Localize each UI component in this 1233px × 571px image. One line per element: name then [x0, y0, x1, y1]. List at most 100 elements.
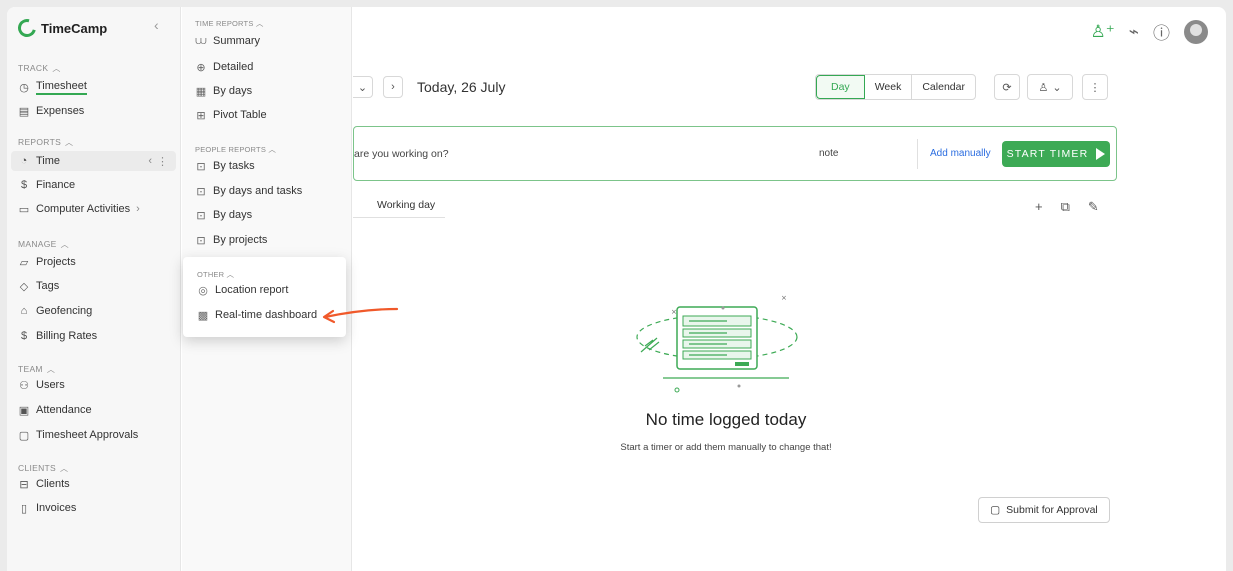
- section-reports-label: REPORTS: [18, 137, 62, 147]
- submenu-item-summary[interactable]: ⩊ Summary: [195, 31, 260, 51]
- chevron-right-icon[interactable]: ›: [383, 76, 403, 98]
- sidebar-item-timesheet-approvals[interactable]: ▢ Timesheet Approvals: [18, 425, 139, 445]
- add-user-icon[interactable]: ♙⁺: [1091, 22, 1115, 42]
- submit-for-approval-button[interactable]: ▢ Submit for Approval: [978, 497, 1110, 523]
- svg-text:×: ×: [671, 308, 677, 316]
- attendance-icon: ▣: [18, 404, 30, 417]
- empty-state-subtitle: Start a timer or add them manually to ch…: [620, 442, 832, 453]
- sidebar-item-billing-rates[interactable]: $ Billing Rates: [18, 326, 97, 346]
- other-label: OTHER: [197, 270, 225, 279]
- sidebar-item-computer-activities[interactable]: ▭ Computer Activities ›: [18, 199, 140, 219]
- more-options-button[interactable]: ⋮: [1082, 74, 1108, 100]
- submenu-item-by-days-and-tasks[interactable]: ⊡ By days and tasks: [195, 181, 302, 201]
- empty-state-title: No time logged today: [645, 410, 807, 429]
- sidebar-item-label: Projects: [36, 256, 76, 268]
- help-icon[interactable]: ⓘ: [1153, 19, 1170, 44]
- sidebar-item-expenses[interactable]: ▤ Expenses: [18, 101, 85, 121]
- add-icon[interactable]: +: [1035, 199, 1043, 215]
- more-vertical-icon[interactable]: ⋮: [157, 155, 168, 168]
- dashboard-icon: ▩: [197, 309, 209, 322]
- note-field[interactable]: note: [819, 148, 838, 159]
- sidebar-item-geofencing[interactable]: ⌂ Geofencing: [18, 301, 93, 321]
- play-icon: [1096, 148, 1106, 160]
- timecamp-logo-icon: [14, 15, 40, 41]
- user-filter-button[interactable]: ♙ ⌄: [1027, 74, 1073, 100]
- submenu-item-label: By projects: [213, 234, 268, 246]
- start-timer-button[interactable]: START TIMER: [1002, 141, 1110, 167]
- sidebar-item-label: Billing Rates: [36, 330, 98, 342]
- avatar[interactable]: [1184, 19, 1208, 44]
- submenu-item-label: Summary: [213, 35, 261, 47]
- submenu-item-label: By days: [213, 209, 253, 221]
- submenu-item-by-projects[interactable]: ⊡ By projects: [195, 230, 267, 250]
- submenu-item-label: By days: [213, 85, 253, 97]
- sidebar-item-clients[interactable]: ⊟ Clients: [18, 474, 69, 494]
- collapse-sidebar-icon[interactable]: ‹: [154, 17, 159, 33]
- tab-week[interactable]: Week: [865, 75, 913, 99]
- receipt-icon: ▤: [18, 105, 30, 118]
- annotation-arrow: [322, 307, 399, 324]
- copy-icon[interactable]: ⧉: [1061, 199, 1070, 215]
- start-timer-label: START TIMER: [1006, 148, 1089, 160]
- edit-icon[interactable]: ✎: [1088, 199, 1099, 215]
- sidebar-item-label: Geofencing: [36, 305, 93, 317]
- section-manage[interactable]: MANAGE ︿: [18, 239, 69, 250]
- submenu-item-real-time-dashboard[interactable]: ▩ Real-time dashboard: [197, 305, 317, 325]
- sidebar-item-finance[interactable]: $ Finance ›: [18, 175, 75, 195]
- sidebar-item-invoices[interactable]: ▯ Invoices: [18, 498, 76, 518]
- sidebar: TimeCamp ‹ TRACK ︿ ◷ Timesheet ▤ Expenses…: [7, 7, 181, 571]
- magnifier-icon: ⊕: [196, 61, 206, 74]
- section-reports[interactable]: REPORTS ︿: [18, 137, 73, 148]
- sidebar-item-projects[interactable]: ▱ Projects: [18, 252, 76, 272]
- add-manually-link[interactable]: Add manually: [930, 148, 991, 159]
- section-team-label: TEAM: [18, 364, 43, 374]
- submenu-item-label: Pivot Table: [213, 109, 267, 121]
- sync-icon: ⟳: [1002, 81, 1012, 94]
- sync-button[interactable]: ⟳: [994, 74, 1020, 100]
- divider: [917, 139, 918, 169]
- tab-calendar[interactable]: Calendar: [912, 75, 975, 99]
- logo[interactable]: TimeCamp: [14, 15, 107, 41]
- task-input[interactable]: are you working on?: [354, 148, 449, 160]
- tab-day[interactable]: Day: [816, 75, 865, 99]
- section-clients[interactable]: CLIENTS ︿: [18, 463, 68, 474]
- other-heading[interactable]: OTHER ︿: [197, 269, 234, 280]
- entry-actions: + ⧉ ✎: [1035, 199, 1099, 215]
- chevron-down-icon: ⌄: [1052, 81, 1062, 94]
- people-reports-label: PEOPLE REPORTS: [195, 145, 267, 154]
- sidebar-item-label: Computer Activities: [36, 203, 131, 215]
- sidebar-item-timesheet[interactable]: ◷ Timesheet: [18, 77, 87, 97]
- submenu-item-pivot-table[interactable]: ⊞ Pivot Table: [195, 105, 267, 125]
- timer-bar: are you working on? note Add manually ST…: [353, 126, 1117, 181]
- submenu-item-label: By tasks: [213, 160, 255, 172]
- people-reports-heading[interactable]: PEOPLE REPORTS ︿: [195, 144, 276, 155]
- summary-icon: ⩊: [195, 34, 207, 47]
- submenu-item-by-days[interactable]: ▦ By days: [195, 81, 252, 101]
- plug-icon[interactable]: ⌁: [1129, 22, 1139, 42]
- section-team[interactable]: TEAM ︿: [18, 364, 55, 375]
- chevron-down-icon[interactable]: ⌄: [353, 76, 373, 98]
- submenu-item-label: Location report: [215, 284, 289, 296]
- sidebar-item-tags[interactable]: ◇ Tags: [18, 276, 59, 296]
- pivot-table-icon: ⊞: [196, 109, 206, 122]
- sidebar-item-users[interactable]: ⚇ Users: [18, 375, 65, 395]
- submenu-item-detailed[interactable]: ⊕ Detailed: [195, 57, 253, 77]
- section-clients-label: CLIENTS: [18, 463, 56, 473]
- sidebar-item-label: Timesheet Approvals: [36, 429, 139, 441]
- clock-icon: ◷: [19, 81, 29, 94]
- working-day-tab[interactable]: Working day: [353, 199, 446, 218]
- more-vertical-icon: ⋮: [1089, 81, 1101, 94]
- submenu-item-people-by-days[interactable]: ⊡ By days: [195, 205, 252, 225]
- time-reports-heading[interactable]: TIME REPORTS ︿: [195, 18, 264, 29]
- section-track[interactable]: TRACK ︿: [18, 63, 61, 74]
- sidebar-item-time[interactable]: ◔ Time ‹ ⋮: [11, 151, 176, 171]
- chevron-left-icon: ‹: [148, 155, 152, 167]
- submenu-item-by-tasks[interactable]: ⊡ By tasks: [195, 156, 255, 176]
- submenu-item-location-report[interactable]: ◎ Location report: [197, 280, 288, 300]
- people-report-icon: ⊡: [196, 185, 206, 198]
- calendar-check-icon: ▢: [990, 504, 1001, 516]
- user-icon: ♙: [1038, 81, 1049, 94]
- submenu-item-label: By days and tasks: [213, 185, 303, 197]
- time-reports-label: TIME REPORTS: [195, 19, 254, 28]
- sidebar-item-attendance[interactable]: ▣ Attendance: [18, 400, 92, 420]
